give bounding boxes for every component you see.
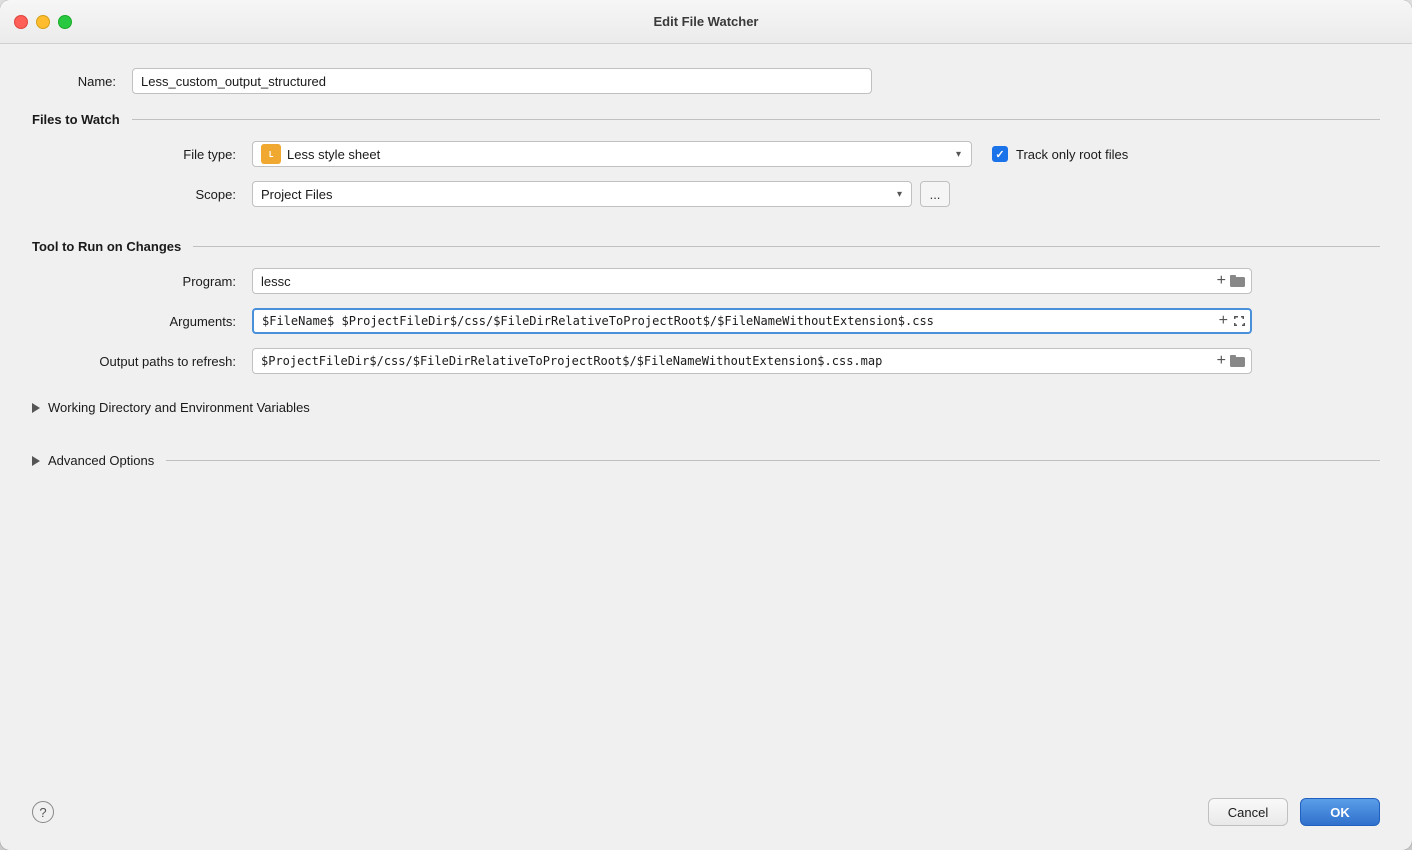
track-root-checkbox[interactable]: [992, 146, 1008, 162]
traffic-lights: [14, 15, 72, 29]
advanced-collapsible[interactable]: Advanced Options: [32, 453, 154, 468]
output-input-wrapper: +: [252, 348, 1252, 374]
output-add-button[interactable]: +: [1217, 352, 1226, 370]
help-button[interactable]: ?: [32, 801, 54, 823]
edit-file-watcher-dialog: Edit File Watcher Name: Files to Watch F…: [0, 0, 1412, 850]
advanced-section-header: Advanced Options: [32, 453, 1380, 468]
scope-row: Scope: Project Files ▾ ...: [64, 181, 1380, 207]
file-type-label: File type:: [64, 147, 252, 162]
working-dir-label: Working Directory and Environment Variab…: [48, 400, 310, 415]
less-file-icon: L: [261, 144, 281, 164]
output-paths-row: Output paths to refresh: +: [64, 348, 1380, 374]
scope-label: Scope:: [64, 187, 252, 202]
arguments-addon-buttons: +: [1219, 312, 1246, 330]
advanced-section-divider: [166, 460, 1380, 461]
arguments-add-button[interactable]: +: [1219, 312, 1228, 330]
name-label: Name:: [32, 74, 132, 89]
files-to-watch-label: Files to Watch: [32, 112, 120, 127]
ok-button[interactable]: OK: [1300, 798, 1380, 826]
arguments-expand-button[interactable]: [1232, 314, 1246, 328]
close-button[interactable]: [14, 15, 28, 29]
advanced-label: Advanced Options: [48, 453, 154, 468]
program-addon-buttons: +: [1217, 272, 1246, 290]
arguments-label: Arguments:: [64, 314, 252, 329]
arguments-row: Arguments: +: [64, 308, 1380, 334]
arguments-input-wrapper: +: [252, 308, 1252, 334]
cancel-button[interactable]: Cancel: [1208, 798, 1288, 826]
program-label: Program:: [64, 274, 252, 289]
advanced-section: Advanced Options: [32, 443, 1380, 482]
track-root-wrapper: Track only root files: [992, 146, 1128, 162]
section-divider: [132, 119, 1380, 120]
name-input[interactable]: [132, 68, 872, 94]
scope-ellipsis-button[interactable]: ...: [920, 181, 950, 207]
output-paths-label: Output paths to refresh:: [64, 354, 252, 369]
scope-select-wrapper: Project Files ▾: [252, 181, 912, 207]
track-root-label: Track only root files: [1016, 147, 1128, 162]
file-type-select-wrapper: L Less style sheet ▾: [252, 141, 972, 167]
files-to-watch-section-header: Files to Watch: [32, 112, 1380, 127]
tool-to-run-section-header: Tool to Run on Changes: [32, 239, 1380, 254]
tool-section-divider: [193, 246, 1380, 247]
titlebar: Edit File Watcher: [0, 0, 1412, 44]
file-type-dropdown[interactable]: L Less style sheet ▾: [252, 141, 972, 167]
tool-to-run-label: Tool to Run on Changes: [32, 239, 181, 254]
working-dir-expand-icon: [32, 403, 40, 413]
minimize-button[interactable]: [36, 15, 50, 29]
program-input-wrapper: +: [252, 268, 1252, 294]
program-row: Program: +: [64, 268, 1380, 294]
working-dir-collapsible[interactable]: Working Directory and Environment Variab…: [32, 400, 1380, 415]
advanced-expand-icon: [32, 456, 40, 466]
window-title: Edit File Watcher: [654, 14, 759, 29]
program-add-button[interactable]: +: [1217, 272, 1226, 290]
program-input[interactable]: [252, 268, 1252, 294]
file-type-value: Less style sheet: [287, 147, 380, 162]
scope-dropdown[interactable]: Project Files: [252, 181, 912, 207]
maximize-button[interactable]: [58, 15, 72, 29]
dialog-content: Name: Files to Watch File type: L Less s…: [0, 44, 1412, 782]
program-folder-button[interactable]: [1230, 274, 1246, 288]
file-type-row: File type: L Less style sheet ▾ Track on…: [64, 141, 1380, 167]
arguments-input[interactable]: [252, 308, 1252, 334]
output-folder-button[interactable]: [1230, 354, 1246, 368]
output-paths-input[interactable]: [252, 348, 1252, 374]
name-row: Name:: [32, 68, 1380, 94]
dropdown-arrow-icon: ▾: [956, 149, 961, 160]
button-row: ? Cancel OK: [0, 782, 1412, 850]
output-addon-buttons: +: [1217, 352, 1246, 370]
